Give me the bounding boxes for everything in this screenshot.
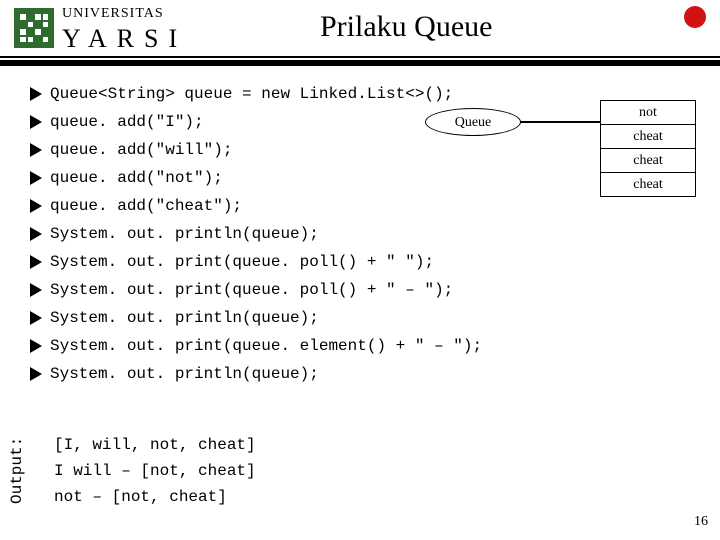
queue-cell: not [601, 101, 695, 125]
code-block: Queue<String> queue = new Linked.List<>(… [30, 80, 482, 388]
queue-cell: cheat [601, 173, 695, 197]
code-line: System. out. println(queue); [30, 304, 482, 332]
output-text: [I, will, not, cheat] I will – [not, che… [54, 432, 256, 510]
page-number: 16 [694, 514, 708, 530]
output-line: I will – [not, cheat] [54, 462, 256, 480]
queue-cells: not cheat cheat cheat [600, 100, 696, 197]
code-line: queue. add("I"); [30, 108, 482, 136]
code-line: System. out. print(queue. poll() + " – "… [30, 276, 482, 304]
brand-bottom-text: YARSI [62, 24, 187, 54]
queue-cell: cheat [601, 125, 695, 149]
code-line: queue. add("will"); [30, 136, 482, 164]
queue-node-label: Queue [425, 108, 521, 136]
logo-icon [14, 8, 54, 48]
brand-top-text: UNIVERSITAS [62, 6, 164, 22]
code-line: System. out. println(queue); [30, 220, 482, 248]
code-line: System. out. print(queue. element() + " … [30, 332, 482, 360]
slide-header: UNIVERSITAS YARSI Prilaku Queue [0, 0, 720, 58]
output-line: not – [not, cheat] [54, 488, 227, 506]
slide: UNIVERSITAS YARSI Prilaku Queue Queue<St… [0, 0, 720, 540]
code-line: Queue<String> queue = new Linked.List<>(… [30, 80, 482, 108]
divider-thick [0, 60, 720, 66]
close-icon [684, 6, 706, 28]
code-line: queue. add("cheat"); [30, 192, 482, 220]
queue-cell: cheat [601, 149, 695, 173]
queue-connector-line [520, 121, 600, 123]
code-line: System. out. println(queue); [30, 360, 482, 388]
code-line: queue. add("not"); [30, 164, 482, 192]
output-label: Output: [8, 437, 26, 504]
slide-title: Prilaku Queue [320, 10, 492, 44]
output-line: [I, will, not, cheat] [54, 436, 256, 454]
code-line: System. out. print(queue. poll() + " "); [30, 248, 482, 276]
divider-thin [0, 56, 720, 58]
